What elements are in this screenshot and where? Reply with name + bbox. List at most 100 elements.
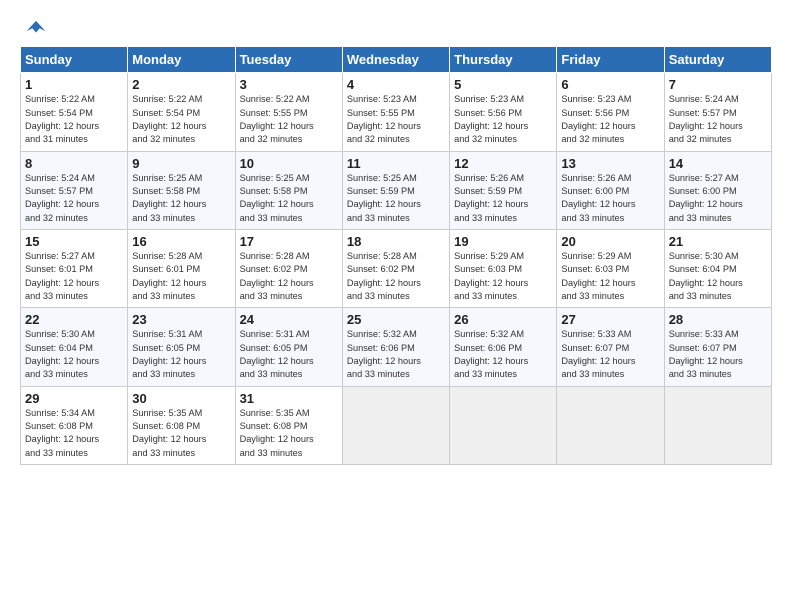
day-info: Sunrise: 5:23 AMSunset: 5:56 PMDaylight:… <box>454 93 552 146</box>
day-number: 29 <box>25 391 123 406</box>
day-info: Sunrise: 5:27 AMSunset: 6:00 PMDaylight:… <box>669 172 767 225</box>
day-cell: 6 Sunrise: 5:23 AMSunset: 5:56 PMDayligh… <box>557 73 664 151</box>
day-number: 3 <box>240 77 338 92</box>
day-cell: 18 Sunrise: 5:28 AMSunset: 6:02 PMDaylig… <box>342 229 449 307</box>
day-number: 17 <box>240 234 338 249</box>
day-cell: 25 Sunrise: 5:32 AMSunset: 6:06 PMDaylig… <box>342 308 449 386</box>
week-row-4: 22 Sunrise: 5:30 AMSunset: 6:04 PMDaylig… <box>21 308 772 386</box>
day-info: Sunrise: 5:25 AMSunset: 5:58 PMDaylight:… <box>132 172 230 225</box>
day-cell: 8 Sunrise: 5:24 AMSunset: 5:57 PMDayligh… <box>21 151 128 229</box>
header <box>20 18 772 38</box>
day-info: Sunrise: 5:29 AMSunset: 6:03 PMDaylight:… <box>561 250 659 303</box>
calendar-header-row: SundayMondayTuesdayWednesdayThursdayFrid… <box>21 47 772 73</box>
day-number: 21 <box>669 234 767 249</box>
day-cell <box>450 386 557 464</box>
day-info: Sunrise: 5:26 AMSunset: 6:00 PMDaylight:… <box>561 172 659 225</box>
day-info: Sunrise: 5:30 AMSunset: 6:04 PMDaylight:… <box>669 250 767 303</box>
day-info: Sunrise: 5:32 AMSunset: 6:06 PMDaylight:… <box>347 328 445 381</box>
day-cell: 23 Sunrise: 5:31 AMSunset: 6:05 PMDaylig… <box>128 308 235 386</box>
day-number: 24 <box>240 312 338 327</box>
header-tuesday: Tuesday <box>235 47 342 73</box>
day-cell: 9 Sunrise: 5:25 AMSunset: 5:58 PMDayligh… <box>128 151 235 229</box>
day-info: Sunrise: 5:24 AMSunset: 5:57 PMDaylight:… <box>25 172 123 225</box>
day-info: Sunrise: 5:31 AMSunset: 6:05 PMDaylight:… <box>240 328 338 381</box>
day-cell: 4 Sunrise: 5:23 AMSunset: 5:55 PMDayligh… <box>342 73 449 151</box>
day-number: 31 <box>240 391 338 406</box>
day-number: 4 <box>347 77 445 92</box>
day-number: 16 <box>132 234 230 249</box>
day-cell: 2 Sunrise: 5:22 AMSunset: 5:54 PMDayligh… <box>128 73 235 151</box>
day-number: 19 <box>454 234 552 249</box>
day-number: 27 <box>561 312 659 327</box>
header-friday: Friday <box>557 47 664 73</box>
day-cell: 11 Sunrise: 5:25 AMSunset: 5:59 PMDaylig… <box>342 151 449 229</box>
day-number: 8 <box>25 156 123 171</box>
day-info: Sunrise: 5:32 AMSunset: 6:06 PMDaylight:… <box>454 328 552 381</box>
day-info: Sunrise: 5:33 AMSunset: 6:07 PMDaylight:… <box>561 328 659 381</box>
day-info: Sunrise: 5:30 AMSunset: 6:04 PMDaylight:… <box>25 328 123 381</box>
day-info: Sunrise: 5:35 AMSunset: 6:08 PMDaylight:… <box>240 407 338 460</box>
day-cell: 3 Sunrise: 5:22 AMSunset: 5:55 PMDayligh… <box>235 73 342 151</box>
day-number: 18 <box>347 234 445 249</box>
header-wednesday: Wednesday <box>342 47 449 73</box>
week-row-5: 29 Sunrise: 5:34 AMSunset: 6:08 PMDaylig… <box>21 386 772 464</box>
day-cell <box>557 386 664 464</box>
header-sunday: Sunday <box>21 47 128 73</box>
day-cell: 7 Sunrise: 5:24 AMSunset: 5:57 PMDayligh… <box>664 73 771 151</box>
day-cell: 31 Sunrise: 5:35 AMSunset: 6:08 PMDaylig… <box>235 386 342 464</box>
day-info: Sunrise: 5:22 AMSunset: 5:54 PMDaylight:… <box>132 93 230 146</box>
day-cell: 24 Sunrise: 5:31 AMSunset: 6:05 PMDaylig… <box>235 308 342 386</box>
header-thursday: Thursday <box>450 47 557 73</box>
day-info: Sunrise: 5:28 AMSunset: 6:01 PMDaylight:… <box>132 250 230 303</box>
day-number: 23 <box>132 312 230 327</box>
day-number: 7 <box>669 77 767 92</box>
day-number: 2 <box>132 77 230 92</box>
day-info: Sunrise: 5:34 AMSunset: 6:08 PMDaylight:… <box>25 407 123 460</box>
day-number: 12 <box>454 156 552 171</box>
day-info: Sunrise: 5:31 AMSunset: 6:05 PMDaylight:… <box>132 328 230 381</box>
day-cell: 17 Sunrise: 5:28 AMSunset: 6:02 PMDaylig… <box>235 229 342 307</box>
day-cell: 21 Sunrise: 5:30 AMSunset: 6:04 PMDaylig… <box>664 229 771 307</box>
logo <box>20 18 50 38</box>
day-number: 10 <box>240 156 338 171</box>
day-cell <box>342 386 449 464</box>
day-cell: 10 Sunrise: 5:25 AMSunset: 5:58 PMDaylig… <box>235 151 342 229</box>
day-number: 6 <box>561 77 659 92</box>
header-saturday: Saturday <box>664 47 771 73</box>
day-number: 9 <box>132 156 230 171</box>
day-cell: 19 Sunrise: 5:29 AMSunset: 6:03 PMDaylig… <box>450 229 557 307</box>
day-number: 11 <box>347 156 445 171</box>
week-row-1: 1 Sunrise: 5:22 AMSunset: 5:54 PMDayligh… <box>21 73 772 151</box>
day-cell: 5 Sunrise: 5:23 AMSunset: 5:56 PMDayligh… <box>450 73 557 151</box>
day-cell: 1 Sunrise: 5:22 AMSunset: 5:54 PMDayligh… <box>21 73 128 151</box>
day-info: Sunrise: 5:22 AMSunset: 5:54 PMDaylight:… <box>25 93 123 146</box>
day-info: Sunrise: 5:26 AMSunset: 5:59 PMDaylight:… <box>454 172 552 225</box>
day-cell <box>664 386 771 464</box>
day-number: 28 <box>669 312 767 327</box>
day-info: Sunrise: 5:25 AMSunset: 5:59 PMDaylight:… <box>347 172 445 225</box>
week-row-2: 8 Sunrise: 5:24 AMSunset: 5:57 PMDayligh… <box>21 151 772 229</box>
day-info: Sunrise: 5:33 AMSunset: 6:07 PMDaylight:… <box>669 328 767 381</box>
day-info: Sunrise: 5:28 AMSunset: 6:02 PMDaylight:… <box>347 250 445 303</box>
day-cell: 22 Sunrise: 5:30 AMSunset: 6:04 PMDaylig… <box>21 308 128 386</box>
page-container: SundayMondayTuesdayWednesdayThursdayFrid… <box>0 0 792 475</box>
day-cell: 13 Sunrise: 5:26 AMSunset: 6:00 PMDaylig… <box>557 151 664 229</box>
day-info: Sunrise: 5:35 AMSunset: 6:08 PMDaylight:… <box>132 407 230 460</box>
day-cell: 29 Sunrise: 5:34 AMSunset: 6:08 PMDaylig… <box>21 386 128 464</box>
day-cell: 20 Sunrise: 5:29 AMSunset: 6:03 PMDaylig… <box>557 229 664 307</box>
day-number: 14 <box>669 156 767 171</box>
day-info: Sunrise: 5:24 AMSunset: 5:57 PMDaylight:… <box>669 93 767 146</box>
day-cell: 26 Sunrise: 5:32 AMSunset: 6:06 PMDaylig… <box>450 308 557 386</box>
day-number: 26 <box>454 312 552 327</box>
day-cell: 28 Sunrise: 5:33 AMSunset: 6:07 PMDaylig… <box>664 308 771 386</box>
day-info: Sunrise: 5:22 AMSunset: 5:55 PMDaylight:… <box>240 93 338 146</box>
day-info: Sunrise: 5:23 AMSunset: 5:56 PMDaylight:… <box>561 93 659 146</box>
day-info: Sunrise: 5:27 AMSunset: 6:01 PMDaylight:… <box>25 250 123 303</box>
calendar-table: SundayMondayTuesdayWednesdayThursdayFrid… <box>20 46 772 465</box>
header-monday: Monday <box>128 47 235 73</box>
day-number: 25 <box>347 312 445 327</box>
day-number: 13 <box>561 156 659 171</box>
day-cell: 16 Sunrise: 5:28 AMSunset: 6:01 PMDaylig… <box>128 229 235 307</box>
day-info: Sunrise: 5:28 AMSunset: 6:02 PMDaylight:… <box>240 250 338 303</box>
day-cell: 12 Sunrise: 5:26 AMSunset: 5:59 PMDaylig… <box>450 151 557 229</box>
